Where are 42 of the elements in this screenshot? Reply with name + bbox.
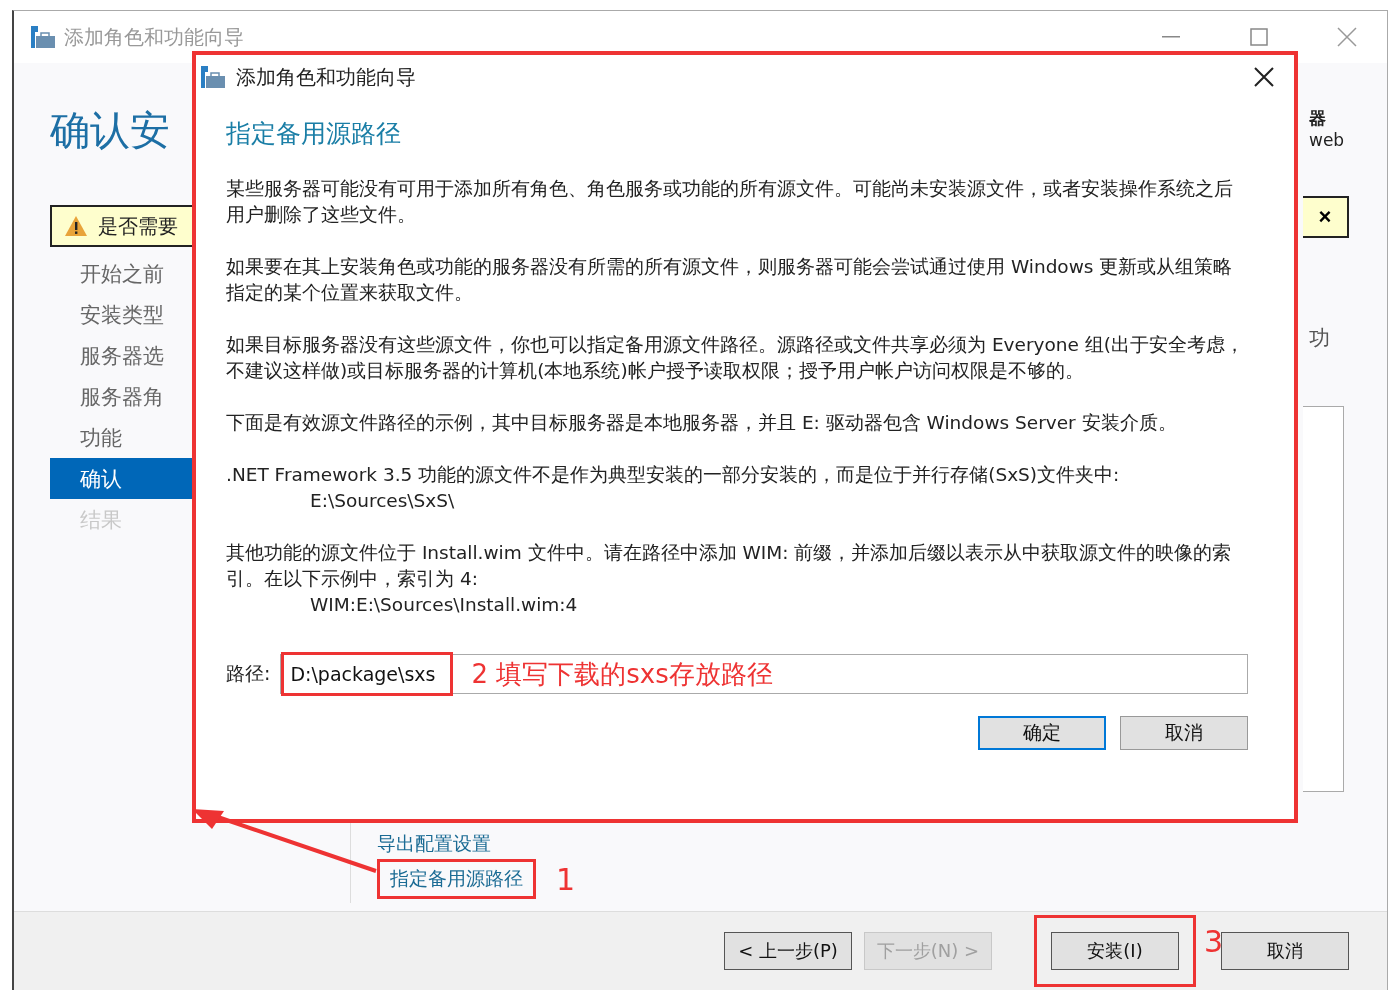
path-label: 路径: xyxy=(226,661,271,686)
minimize-icon xyxy=(1162,36,1180,38)
wizard-icon xyxy=(30,25,56,49)
paragraph: 如果目标服务器没有这些源文件，你也可以指定备用源文件路径。源路径或文件共享必须为 Everyone 组(出于安全考虑，不建议这样做)或目标服务器的计算机(本地系统)帐户授予读取权限；授予用户帐户访问权限是不够的。 xyxy=(226,333,1245,383)
cancel-button[interactable]: 取消 xyxy=(1221,932,1350,970)
close-icon xyxy=(1254,67,1274,87)
paragraph: 下面是有效源文件路径的示例，其中目标服务器是本地服务器，并且 E: 驱动器包含 Windows Server 安装介质。 xyxy=(226,411,1178,435)
paragraph: .NET Framework 3.5 功能的源文件不是作为典型安装的一部分安装的，而是位于并行存储(SxS)文件夹中: xyxy=(226,463,1121,487)
previous-button[interactable]: < 上一步(P) xyxy=(724,932,852,970)
partial-text: 功 xyxy=(1309,325,1330,352)
path-input[interactable]: D:\package\sxs xyxy=(281,652,454,696)
nav-item[interactable]: 服务器角 xyxy=(50,376,192,417)
annotation-number: 3 xyxy=(1204,924,1224,959)
warning-text: 是否需要 xyxy=(98,212,178,240)
window-title: 添加角色和功能向导 xyxy=(64,23,244,51)
page-title: 确认安 xyxy=(50,106,171,155)
nav-item[interactable]: 安装类型 xyxy=(50,294,192,335)
nav-item[interactable]: 功能 xyxy=(50,417,192,458)
nav-item[interactable]: 服务器选 xyxy=(50,335,192,376)
ok-button[interactable]: 确定 xyxy=(978,716,1106,750)
example-path: WIM:E:\Sources\Install.wim:4 xyxy=(309,593,579,617)
wizard-icon xyxy=(200,65,226,89)
alternate-source-link[interactable]: 指定备用源路径 xyxy=(390,866,523,892)
nav-item[interactable]: 确认 xyxy=(50,458,192,499)
maximize-icon xyxy=(1250,28,1268,46)
warning-icon xyxy=(64,215,88,237)
paragraph: 其他功能的源文件位于 Install.wim 文件中。请在路径中添加 WIM: 前缀，并添加后缀以表示从中获取源文件的映像的索引。在以下示例中，索引为 4: xyxy=(226,541,1233,591)
nav-item[interactable]: 开始之前 xyxy=(50,253,192,294)
annotation-number: 1 xyxy=(556,861,576,897)
paragraph: 某些服务器可能没有可用于添加所有角色、角色服务或功能的所有源文件。可能尚未安装源文件，或者安装操作系统之后用户删除了这些文件。 xyxy=(226,177,1234,227)
dialog-heading: 指定备用源路径 xyxy=(226,118,402,150)
server-label: 器 xyxy=(1309,107,1326,130)
install-button[interactable]: 安装(I) xyxy=(1051,932,1179,970)
server-name: web xyxy=(1309,130,1345,150)
annotation-text: 2 填写下载的sxs存放路径 xyxy=(471,657,773,691)
export-link[interactable]: 导出配置设置 xyxy=(377,831,1303,857)
warning-close-button[interactable]: × xyxy=(1303,196,1349,238)
example-path: E:\Sources\SxS\ xyxy=(309,489,456,513)
paragraph: 如果要在其上安装角色或功能的服务器没有所需的所有源文件，则服务器可能会尝试通过使用 Windows 更新或从组策略指定的某个位置来获取文件。 xyxy=(226,255,1234,305)
dialog-title: 添加角色和功能向导 xyxy=(236,63,416,91)
cancel-button[interactable]: 取消 xyxy=(1120,716,1248,750)
close-icon xyxy=(1337,27,1357,47)
